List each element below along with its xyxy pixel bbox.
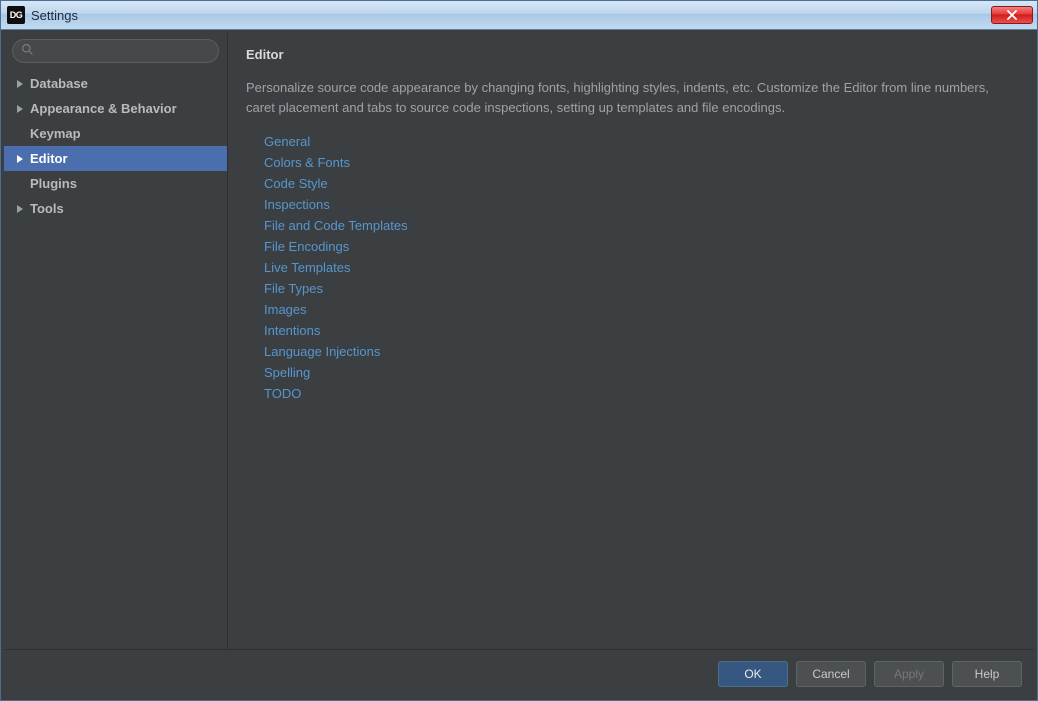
sidebar-item-label: Keymap bbox=[30, 126, 81, 141]
sidebar-item-label: Appearance & Behavior bbox=[30, 101, 177, 116]
editor-link-file-types[interactable]: File Types bbox=[264, 278, 1016, 299]
main-split: Database Appearance & Behavior Keymap Edito… bbox=[4, 33, 1034, 649]
search-icon bbox=[21, 43, 34, 59]
editor-link-live-templates[interactable]: Live Templates bbox=[264, 257, 1016, 278]
sidebar-item-label: Database bbox=[30, 76, 88, 91]
editor-link-file-and-code-templates[interactable]: File and Code Templates bbox=[264, 215, 1016, 236]
editor-sublinks: GeneralColors & FontsCode StyleInspectio… bbox=[264, 131, 1016, 404]
app-icon: DG bbox=[7, 6, 25, 24]
sidebar-item-database[interactable]: Database bbox=[4, 71, 227, 96]
search-box[interactable] bbox=[12, 39, 219, 63]
search-wrap bbox=[4, 39, 227, 69]
editor-link-file-encodings[interactable]: File Encodings bbox=[264, 236, 1016, 257]
editor-link-code-style[interactable]: Code Style bbox=[264, 173, 1016, 194]
editor-link-language-injections[interactable]: Language Injections bbox=[264, 341, 1016, 362]
sidebar-item-plugins[interactable]: Plugins bbox=[4, 171, 227, 196]
editor-link-colors-fonts[interactable]: Colors & Fonts bbox=[264, 152, 1016, 173]
settings-tree: Database Appearance & Behavior Keymap Edito… bbox=[4, 69, 227, 649]
close-icon bbox=[1006, 8, 1018, 23]
body: Database Appearance & Behavior Keymap Edito… bbox=[1, 30, 1037, 700]
sidebar-item-keymap[interactable]: Keymap bbox=[4, 121, 227, 146]
editor-link-spelling[interactable]: Spelling bbox=[264, 362, 1016, 383]
titlebar: DG Settings bbox=[1, 1, 1037, 30]
ok-button[interactable]: OK bbox=[718, 661, 788, 687]
sidebar-item-label: Editor bbox=[30, 151, 68, 166]
sidebar-item-appearance-behavior[interactable]: Appearance & Behavior bbox=[4, 96, 227, 121]
settings-window: DG Settings DatabaseAppearance bbox=[0, 0, 1038, 701]
editor-link-todo[interactable]: TODO bbox=[264, 383, 1016, 404]
apply-button: Apply bbox=[874, 661, 944, 687]
content-panel: Editor Personalize source code appearanc… bbox=[228, 33, 1034, 649]
chevron-right-icon bbox=[14, 78, 26, 90]
chevron-right-icon bbox=[14, 153, 26, 165]
sidebar-item-editor[interactable]: Editor bbox=[4, 146, 227, 171]
page-description: Personalize source code appearance by ch… bbox=[246, 78, 1016, 117]
editor-link-general[interactable]: General bbox=[264, 131, 1016, 152]
sidebar-item-tools[interactable]: Tools bbox=[4, 196, 227, 221]
search-input[interactable] bbox=[40, 43, 210, 59]
page-title: Editor bbox=[246, 47, 1016, 62]
editor-link-images[interactable]: Images bbox=[264, 299, 1016, 320]
sidebar-item-label: Tools bbox=[30, 201, 64, 216]
button-bar: OK Cancel Apply Help bbox=[4, 649, 1034, 697]
app-icon-text: DG bbox=[10, 10, 23, 20]
sidebar-item-label: Plugins bbox=[30, 176, 77, 191]
editor-link-inspections[interactable]: Inspections bbox=[264, 194, 1016, 215]
sidebar: Database Appearance & Behavior Keymap Edito… bbox=[4, 33, 228, 649]
editor-link-intentions[interactable]: Intentions bbox=[264, 320, 1016, 341]
help-button[interactable]: Help bbox=[952, 661, 1022, 687]
close-button[interactable] bbox=[991, 6, 1033, 24]
window-title: Settings bbox=[31, 8, 78, 23]
chevron-right-icon bbox=[14, 103, 26, 115]
chevron-right-icon bbox=[14, 203, 26, 215]
cancel-button[interactable]: Cancel bbox=[796, 661, 866, 687]
